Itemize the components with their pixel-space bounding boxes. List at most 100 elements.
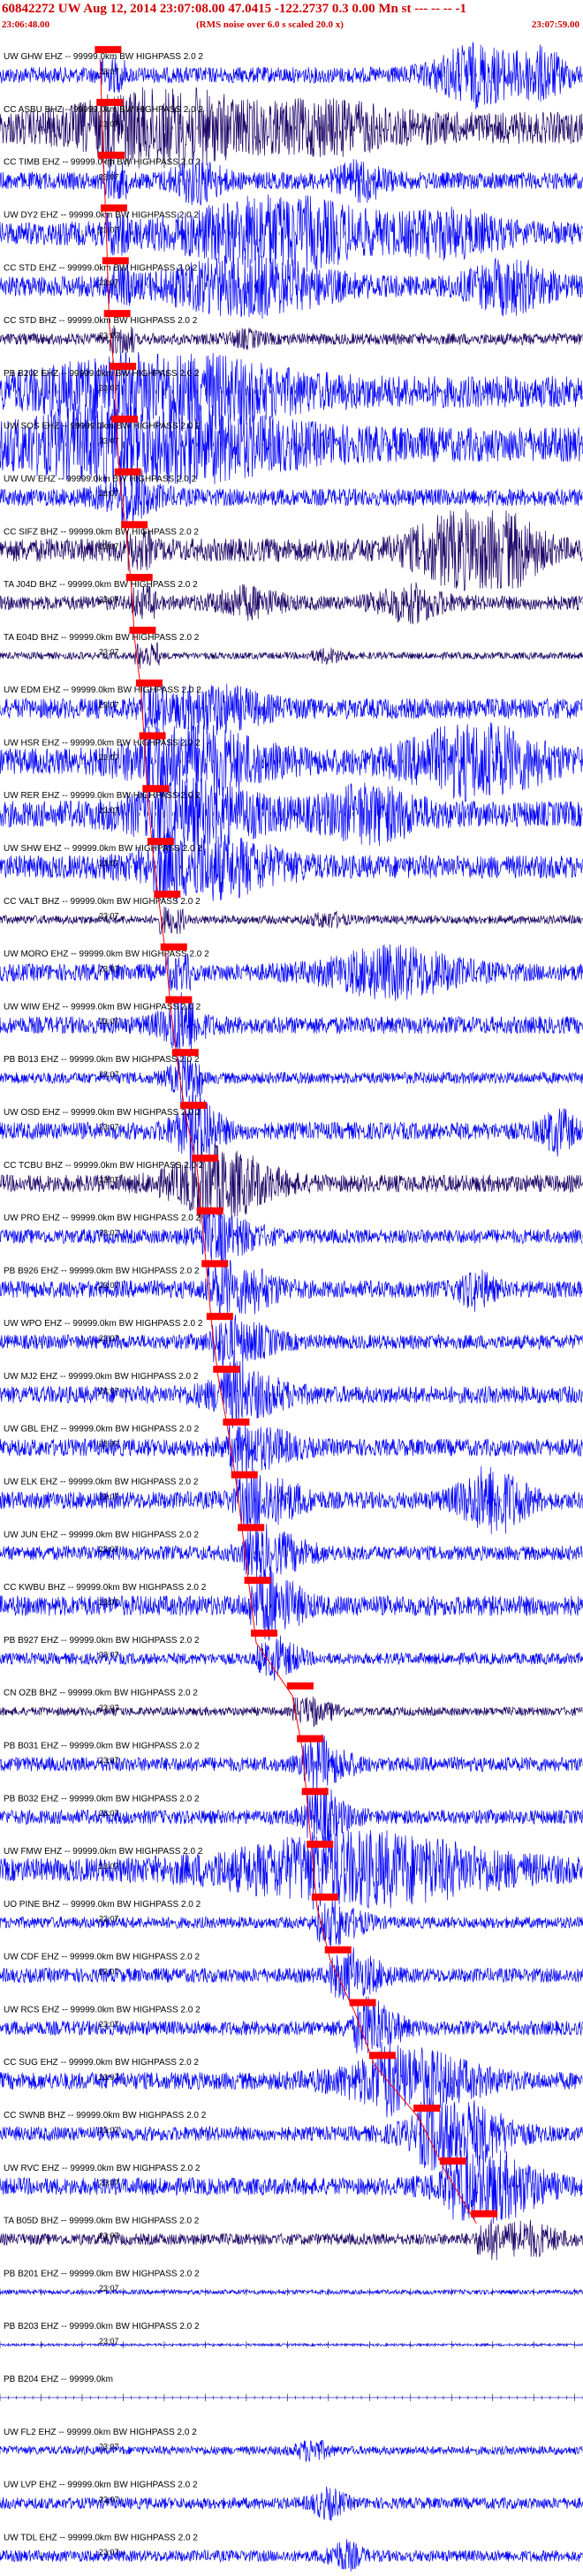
trace-row: CC STD BHZ -- 99999.0km BW HIGHPASS 2.0 …	[0, 310, 583, 355]
pick-marker	[142, 785, 170, 793]
waveform	[0, 2486, 583, 2521]
station-label: CC SIFZ BHZ -- 99999.0km BW HIGHPASS 2.0…	[4, 527, 199, 537]
trace-row: UW JUN EHZ -- 99999.0km BW HIGHPASS 2.0 …	[0, 1524, 583, 1581]
seismogram-plot: UW GHW EHZ -- 99999.0km BW HIGHPASS 2.0 …	[0, 41, 583, 2572]
trace-row: PB B204 EHZ -- 99999.0km	[0, 2375, 583, 2401]
trace-row: PB B203 EHZ -- 99999.0km BW HIGHPASS 2.0…	[0, 2322, 583, 2349]
station-label: UW LVP EHZ -- 99999.0km BW HIGHPASS 2.0 …	[4, 2481, 198, 2490]
pick-marker	[114, 468, 141, 476]
waveform	[0, 1829, 583, 1910]
waveform	[0, 2288, 583, 2296]
time-tag: 23:07	[99, 1439, 119, 1448]
end-time: 23:07:59.00	[531, 19, 579, 30]
pick-marker	[439, 2157, 466, 2165]
time-tag: 23:07	[99, 1915, 119, 1924]
station-label: UW JUN EHZ -- 99999.0km BW HIGHPASS 2.0 …	[4, 1530, 199, 1540]
time-tag: 23:07	[99, 172, 119, 181]
time-tag: 23:07	[99, 1862, 119, 1871]
waveform	[0, 509, 583, 592]
trace-row: UW LVP EHZ -- 99999.0km BW HIGHPASS 2.0 …	[0, 2481, 583, 2521]
station-label: UW TDL EHZ -- 99999.0km BW HIGHPASS 2.0 …	[4, 2533, 198, 2542]
time-tag: 23:07	[99, 1017, 119, 1026]
trace-row: PB B031 EHZ -- 99999.0km BW HIGHPASS 2.0…	[0, 1734, 583, 1793]
waveform	[0, 1360, 583, 1428]
pick-marker	[111, 415, 138, 423]
start-time: 23:06:48.00	[2, 19, 50, 30]
station-label: CC SUG EHZ -- 99999.0km BW HIGHPASS 2.0 …	[4, 2058, 199, 2068]
time-tag: 23:07	[99, 806, 119, 815]
station-label: PB B926 EHZ -- 99999.0km BW HIGHPASS 2.0…	[4, 1266, 200, 1276]
waveform	[0, 2440, 583, 2462]
trace-row: PB B032 EHZ -- 99999.0km BW HIGHPASS 2.0…	[0, 1787, 583, 1849]
trace-row: UW TDL EHZ -- 99999.0km BW HIGHPASS 2.0 …	[0, 2533, 583, 2572]
trace-row: UW MJ2 EHZ -- 99999.0km BW HIGHPASS 2.0 …	[0, 1360, 583, 1428]
station-label: TA B05D BHZ -- 99999.0km BW HIGHPASS 2.0…	[4, 2217, 200, 2226]
pick-marker	[96, 98, 124, 106]
station-label: CC STD BHZ -- 99999.0km BW HIGHPASS 2.0 …	[4, 316, 198, 326]
waveform	[0, 642, 583, 669]
station-label: CC VALT BHZ -- 99999.0km BW HIGHPASS 2.0…	[4, 897, 201, 907]
trace-row: UW SHW EHZ -- 99999.0km BW HIGHPASS 2.0 …	[0, 831, 583, 902]
trace-row: UW SOS EHZ -- 99999.0km BW HIGHPASS 2.0 …	[0, 403, 583, 486]
station-label: UW RVC EHZ -- 99999.0km BW HIGHPASS 2.0 …	[4, 2164, 201, 2173]
pick-marker	[286, 1682, 314, 1690]
station-label: UW UW EHZ -- 99999.0km BW HIGHPASS 2.0 2	[4, 474, 197, 484]
waveform	[0, 906, 583, 935]
trace-row: UW WIW EHZ -- 99999.0km BW HIGHPASS 2.0 …	[0, 991, 583, 1054]
station-label: UW RER EHZ -- 99999.0km BW HIGHPASS 2.0 …	[4, 791, 201, 801]
station-label: UO PINE BHZ -- 99999.0km BW HIGHPASS 2.0…	[4, 1900, 201, 1909]
trace-row: UW WPO EHZ -- 99999.0km BW HIGHPASS 2.0 …	[0, 1313, 583, 1371]
trace-row: UW EDM EHZ -- 99999.0km BW HIGHPASS 2.0 …	[0, 679, 583, 735]
station-label: CC TCBU BHZ -- 99999.0km BW HIGHPASS 2.0…	[4, 1161, 204, 1171]
waveform	[0, 1696, 583, 1728]
station-label: CC ASBU BHZ -- 99999.0km BW HIGHPASS 2.0…	[4, 105, 203, 115]
trace-row: CC STD EHZ -- 99999.0km BW HIGHPASS 2.0 …	[0, 253, 583, 320]
pick-marker	[103, 310, 131, 318]
pick-marker	[368, 2052, 396, 2060]
pick-marker	[139, 732, 166, 740]
trace-row: CC SIFZ BHZ -- 99999.0km BW HIGHPASS 2.0…	[0, 509, 583, 592]
time-tag: 23:07	[99, 1228, 119, 1237]
time-tag: 23:07	[99, 2443, 119, 2452]
pick-marker	[100, 204, 127, 212]
time-tag: 23:07	[99, 2231, 119, 2240]
record-header: 60842272 UW Aug 12, 2014 23:07:08.00 47.…	[0, 0, 583, 35]
station-label: UW MJ2 EHZ -- 99999.0km BW HIGHPASS 2.0 …	[4, 1372, 199, 1382]
time-tag: 23:07	[99, 2548, 119, 2557]
station-label: PB B204 EHZ -- 99999.0km	[4, 2375, 113, 2384]
time-tag: 23:07	[99, 225, 119, 234]
trace-row: CC TIMB EHZ -- 99999.0km BW HIGHPASS 2.0…	[0, 151, 583, 207]
time-tag: 23:07	[99, 1176, 119, 1185]
waveform	[0, 776, 583, 855]
station-label: UW FMW EHZ -- 99999.0km BW HIGHPASS 2.0 …	[4, 1847, 203, 1857]
time-tag: 23:07	[99, 1598, 119, 1607]
station-label: PB B203 EHZ -- 99999.0km BW HIGHPASS 2.0…	[4, 2322, 200, 2331]
time-tag: 23:07	[99, 595, 119, 604]
waveform	[0, 831, 583, 902]
time-tag: 23:07	[99, 859, 119, 868]
trace-row: PB B013 EHZ -- 99999.0km BW HIGHPASS 2.0…	[0, 1049, 583, 1107]
time-tag: 23:07	[99, 2126, 119, 2135]
time-tag: 23:07	[99, 1545, 119, 1554]
trace-row: UW ELK EHZ -- 99999.0km BW HIGHPASS 2.0 …	[0, 1465, 583, 1534]
time-tag: 23:07	[99, 1387, 119, 1396]
waveform	[0, 2539, 583, 2572]
time-tag: 23:07	[99, 542, 119, 551]
station-label: UW RCS EHZ -- 99999.0km BW HIGHPASS 2.0 …	[4, 2005, 201, 2015]
time-tag: 23:07	[99, 331, 119, 340]
trace-row: CC SWNB BHZ -- 99999.0km BW HIGHPASS 2.0…	[0, 2098, 583, 2174]
trace-row: CC SUG EHZ -- 99999.0km BW HIGHPASS 2.0 …	[0, 2041, 583, 2118]
waveform	[0, 403, 583, 486]
time-tag: 23:07	[99, 436, 119, 445]
station-label: UW OSD EHZ -- 99999.0km BW HIGHPASS 2.0 …	[4, 1108, 201, 1118]
trace-row: UO PINE BHZ -- 99999.0km BW HIGHPASS 2.0…	[0, 1893, 583, 1947]
pick-marker	[102, 257, 129, 265]
pick-marker	[413, 2105, 441, 2113]
station-label: UW WIW EHZ -- 99999.0km BW HIGHPASS 2.0 …	[4, 1002, 201, 1012]
time-tag: 23:07	[99, 489, 119, 498]
trace-row: CC VALT BHZ -- 99999.0km BW HIGHPASS 2.0…	[0, 890, 583, 935]
trace-row: TA J04D BHZ -- 99999.0km BW HIGHPASS 2.0…	[0, 574, 583, 625]
time-tag: 23:07	[99, 2073, 119, 2082]
station-label: UW ELK EHZ -- 99999.0km BW HIGHPASS 2.0 …	[4, 1478, 199, 1488]
station-label: UW MORO EHZ -- 99999.0km BW HIGHPASS 2.0…	[4, 950, 209, 960]
